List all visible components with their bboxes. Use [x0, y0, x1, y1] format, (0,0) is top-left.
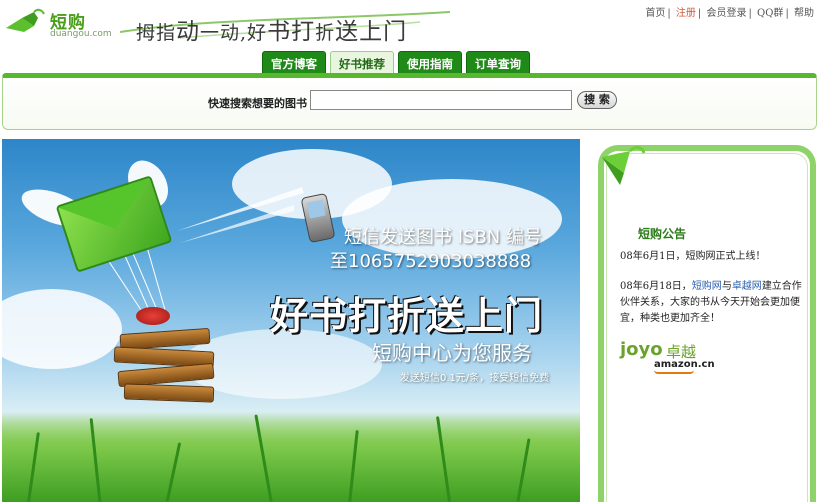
joyo-amazon-logo[interactable]: joyo 卓越 amazon.cn	[620, 339, 730, 374]
logo-domain: duangou.com	[50, 29, 112, 39]
slogan: 拇指动一动,好书打折送上门	[120, 8, 450, 45]
announcement-title: 短购公告	[638, 227, 687, 241]
duangou-link[interactable]: 短购网	[692, 281, 722, 292]
nav-home[interactable]: 首页	[645, 8, 665, 19]
announcement-panel: 短购公告 08年6月1日，短购网正式上线！ 08年6月18日，短购网与卓越网建立…	[598, 145, 816, 502]
search-button[interactable]: 搜 索	[577, 91, 617, 109]
nav-login[interactable]: 会员登录	[706, 8, 746, 19]
search-input[interactable]	[310, 90, 572, 110]
book-stack-icon	[110, 307, 220, 413]
joyo-link[interactable]: 卓越网	[732, 281, 762, 292]
tab-order-lookup[interactable]: 订单查询	[466, 51, 530, 75]
grass-field	[2, 412, 580, 502]
tab-official-blog[interactable]: 官方博客	[262, 51, 326, 75]
announcement-item: 08年6月18日，短购网与卓越网建立合作伙伴关系，大家的书从今天开始会更加便宜，…	[620, 281, 802, 324]
banner-sms-instruction: 短信发送图书 ISBN 编号	[344, 227, 542, 248]
nav-qq-group[interactable]: QQ群	[757, 8, 783, 19]
banner-fee-note: 发送短信0.1元/条，接受短信免费	[400, 373, 550, 384]
tab-recommended-books[interactable]: 好书推荐	[330, 51, 394, 75]
banner-sms-number: 至1065752903038888	[330, 251, 532, 272]
slogan-text: 拇指动一动,好书打折送上门	[136, 19, 408, 45]
search-label: 快速搜索想要的图书	[208, 97, 307, 110]
main-tabs: 官方博客 好书推荐 使用指南 订单查询	[262, 51, 530, 75]
announcement-item: 08年6月1日，短购网正式上线！	[620, 251, 766, 262]
top-nav: 首页 | 注册 | 会员登录 | QQ群 | 帮助	[645, 8, 814, 19]
banner-subheadline: 短购中心为您服务	[372, 341, 532, 365]
nav-help[interactable]: 帮助	[794, 8, 814, 19]
banner-headline: 好书打折送上门	[270, 294, 544, 338]
amazon-smile-icon	[654, 370, 694, 374]
search-bar: 快速搜索想要的图书 搜 索	[2, 73, 817, 130]
site-logo[interactable]: 短购 duangou.com	[4, 6, 112, 40]
tab-user-guide[interactable]: 使用指南	[398, 51, 462, 75]
announcement-envelope-icon	[602, 145, 646, 185]
logo-envelope-icon	[6, 8, 45, 32]
promo-banner[interactable]: 短信发送图书 ISBN 编号 至1065752903038888 好书打折送上门…	[2, 139, 580, 502]
nav-register[interactable]: 注册	[676, 8, 696, 19]
